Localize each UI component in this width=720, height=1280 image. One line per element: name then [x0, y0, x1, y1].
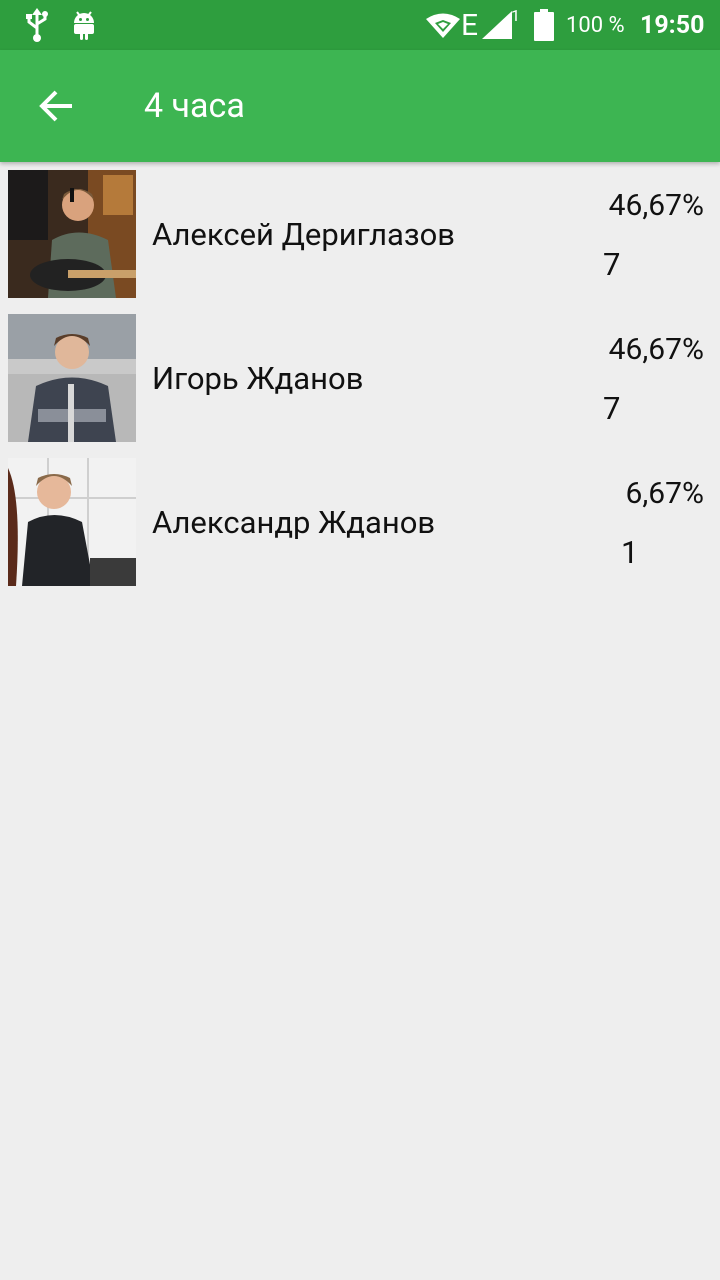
candidate-name: Алексей Дериглазов	[152, 215, 456, 253]
android-icon	[72, 0, 96, 50]
battery-icon	[534, 0, 554, 50]
clock: 19:50	[640, 10, 705, 40]
vote-count: 7	[603, 390, 621, 427]
wifi-icon	[426, 0, 460, 50]
battery-percent: 100 %	[566, 12, 625, 38]
page-title: 4 часа	[144, 86, 245, 126]
back-button[interactable]	[22, 72, 90, 140]
vote-percent: 46,67%	[608, 188, 704, 223]
vote-count: 1	[621, 534, 639, 571]
network-type: E	[461, 7, 479, 43]
avatar	[8, 314, 136, 442]
list-item[interactable]: Алексей Дериглазов 46,67% 7	[0, 162, 720, 306]
signal-icon	[482, 0, 512, 50]
vote-count: 7	[603, 246, 621, 283]
arrow-back-icon	[39, 90, 72, 122]
sim-slot: 1	[511, 5, 520, 25]
app-bar: 4 часа	[0, 50, 720, 162]
usb-icon	[24, 0, 50, 50]
candidate-name: Александр Жданов	[152, 503, 436, 541]
vote-percent: 6,67%	[625, 476, 704, 511]
avatar	[8, 170, 136, 298]
avatar	[8, 458, 136, 586]
list-item[interactable]: Игорь Жданов 46,67% 7	[0, 306, 720, 450]
status-bar: E 1 100 % 19:50	[0, 0, 720, 50]
vote-percent: 46,67%	[608, 332, 704, 367]
results-list: Алексей Дериглазов 46,67% 7 Игорь Жданов…	[0, 162, 720, 594]
list-item[interactable]: Александр Жданов 6,67% 1	[0, 450, 720, 594]
candidate-name: Игорь Жданов	[152, 359, 364, 397]
